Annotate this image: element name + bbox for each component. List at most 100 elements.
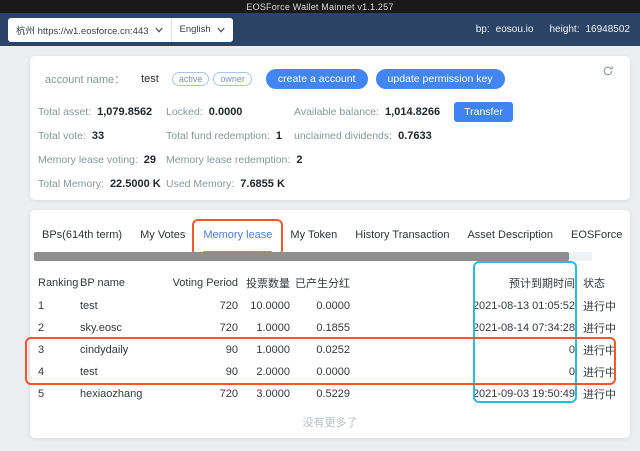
stat-label: unclaimed dividends:: [294, 130, 393, 142]
stat-value: 29: [143, 154, 157, 166]
stats-row-2: Total vote: 33 Total fund redemption: 1 …: [38, 124, 622, 148]
col-dividends: 已产生分红: [295, 278, 350, 290]
chevron-down-icon: [154, 27, 163, 33]
stat-total-asset: Total asset: 1,079.8562: [38, 106, 166, 118]
table-row: 4 test 90 2.0000 0.0000 0 进行中: [38, 361, 622, 383]
cell-status: 进行中: [583, 323, 616, 335]
account-actions: create a account update permission key: [265, 68, 505, 89]
col-vote-amount: 投票数量: [246, 278, 290, 290]
cell-ranking: 4: [38, 366, 45, 378]
tab-my-votes[interactable]: My Votes: [140, 220, 185, 252]
stat-total-memory: Total Memory: 22.5000 K: [38, 178, 166, 190]
cell-ranking: 2: [38, 322, 45, 334]
chevron-down-icon: [217, 27, 225, 33]
stat-unclaimed-dividends: unclaimed dividends: 0.7633: [294, 130, 622, 142]
no-more-data-text: 没有更多了: [302, 417, 358, 429]
stat-label: Used Memory:: [166, 178, 235, 190]
stat-value: 33: [91, 130, 105, 142]
cell-expiry-time: 2021-08-14 07:34:28: [472, 322, 575, 334]
node-language-selects: 杭州 https://w1.eosforce.cn:443 English: [8, 17, 233, 42]
table-row: 2 sky.eosc 720 1.0000 0.1855 2021-08-14 …: [38, 317, 622, 339]
stat-value: 0.7633: [398, 130, 432, 142]
account-stats: Total asset: 1,079.8562 Locked: 0.0000 A…: [38, 100, 622, 196]
cell-voting-period: 720: [219, 388, 238, 400]
cell-dividends: 0.0252: [316, 344, 350, 356]
lease-table-card: BPs(614th term) My Votes Memory lease My…: [25, 210, 630, 438]
stat-locked: Locked: 0.0000: [166, 106, 294, 118]
tab-bar: BPs(614th term) My Votes Memory lease My…: [30, 210, 630, 252]
owner-badge: owner: [213, 71, 252, 86]
account-name-label: account name：: [45, 73, 126, 86]
cell-bp-name: test: [80, 300, 98, 312]
stat-label: Memory lease voting:: [38, 154, 138, 166]
memory-lease-table: Ranking BP name Voting Period 投票数量 已产生分红…: [38, 271, 622, 405]
cell-dividends: 0.0000: [316, 366, 350, 378]
stat-label: Total vote:: [38, 130, 86, 142]
stat-label: Total fund redemption:: [166, 130, 270, 142]
cell-status: 进行中: [583, 301, 616, 313]
tab-bps[interactable]: BPs(614th term): [42, 220, 122, 252]
stat-value: 0.0000: [208, 106, 243, 118]
cell-dividends: 0.0000: [316, 300, 350, 312]
cell-vote-amount: 1.0000: [256, 322, 290, 334]
col-bp-name: BP name: [80, 277, 126, 289]
stats-row-4: Total Memory: 22.5000 K Used Memory: 7.6…: [38, 172, 622, 196]
window-title-bar: EOSForce Wallet Mainnet v1.1.257: [0, 0, 640, 13]
cell-bp-name: hexiaozhang: [80, 388, 143, 400]
bp-label: bp:: [475, 24, 490, 35]
tab-my-token[interactable]: My Token: [290, 220, 337, 252]
cell-voting-period: 90: [225, 344, 238, 356]
window-title: EOSForce Wallet Mainnet v1.1.257: [246, 1, 394, 12]
transfer-button[interactable]: Transfer: [454, 102, 513, 122]
tab-asset-description[interactable]: Asset Description: [467, 220, 553, 252]
stat-memory-lease-redemption: Memory lease redemption: 2: [166, 154, 622, 166]
col-expiry-time: 预计到期时间: [509, 278, 575, 290]
cell-status: 进行中: [583, 389, 616, 401]
bp-info: bp: eosou.io: [476, 24, 534, 35]
refresh-icon[interactable]: [602, 65, 614, 77]
cell-dividends: 0.1855: [316, 322, 350, 334]
cell-vote-amount: 3.0000: [256, 388, 290, 400]
active-badge: active: [171, 71, 210, 86]
update-permission-key-button[interactable]: update permission key: [375, 68, 505, 89]
cell-vote-amount: 2.0000: [256, 366, 290, 378]
stat-memory-lease-voting: Memory lease voting: 29: [38, 154, 166, 166]
account-row: account name： test active owner create a…: [45, 68, 596, 89]
cell-expiry-time: 2021-09-03 19:50:49: [472, 388, 575, 400]
cell-status: 进行中: [583, 367, 616, 379]
tab-memory-lease[interactable]: Memory lease: [192, 219, 284, 252]
cell-voting-period: 720: [219, 300, 238, 312]
table-row: 5 hexiaozhang 720 3.0000 0.5229 2021-09-…: [38, 383, 622, 405]
table-row: 1 test 720 10.0000 0.0000 2021-08-13 01:…: [38, 295, 622, 317]
top-navbar: 杭州 https://w1.eosforce.cn:443 English bp…: [0, 13, 640, 46]
create-account-button[interactable]: create a account: [265, 68, 368, 89]
stat-value: 1,014.8266: [385, 106, 441, 118]
cell-expiry-time: 0: [568, 366, 575, 378]
account-name-value: test: [141, 72, 159, 85]
cell-bp-name: test: [80, 366, 98, 378]
table-row: 3 cindydaily 90 1.0000 0.0252 0 进行中: [38, 339, 622, 361]
node-select[interactable]: 杭州 https://w1.eosforce.cn:443: [8, 18, 171, 42]
cell-vote-amount: 1.0000: [256, 344, 290, 356]
stat-used-memory: Used Memory: 7.6855 K: [166, 178, 622, 190]
tabs-scrollbar-thumb[interactable]: [34, 252, 569, 261]
node-select-value: 杭州 https://w1.eosforce.cn:443: [16, 25, 149, 37]
stat-label: Total asset:: [38, 106, 92, 118]
cell-dividends: 0.5229: [316, 388, 350, 400]
cell-bp-name: cindydaily: [80, 344, 129, 356]
tab-memory-lease-label: Memory lease: [203, 229, 273, 241]
stat-value: 1: [275, 130, 283, 142]
height-label: height:: [549, 24, 580, 35]
bp-value: eosou.io: [495, 24, 534, 35]
table-header-row: Ranking BP name Voting Period 投票数量 已产生分红…: [38, 271, 622, 295]
stats-row-3: Memory lease voting: 29 Memory lease red…: [38, 148, 622, 172]
tabs-scrollbar-track[interactable]: [32, 252, 592, 261]
stats-row-1: Total asset: 1,079.8562 Locked: 0.0000 A…: [38, 100, 622, 124]
language-select[interactable]: English: [172, 18, 233, 42]
tab-history-transaction[interactable]: History Transaction: [355, 220, 449, 252]
cell-status: 进行中: [583, 345, 616, 357]
cell-bp-name: sky.eosc: [80, 322, 122, 334]
cell-expiry-time: 2021-08-13 01:05:52: [472, 300, 575, 312]
col-ranking: Ranking: [38, 277, 79, 289]
tab-eosforce[interactable]: EOSForce: [571, 220, 622, 252]
